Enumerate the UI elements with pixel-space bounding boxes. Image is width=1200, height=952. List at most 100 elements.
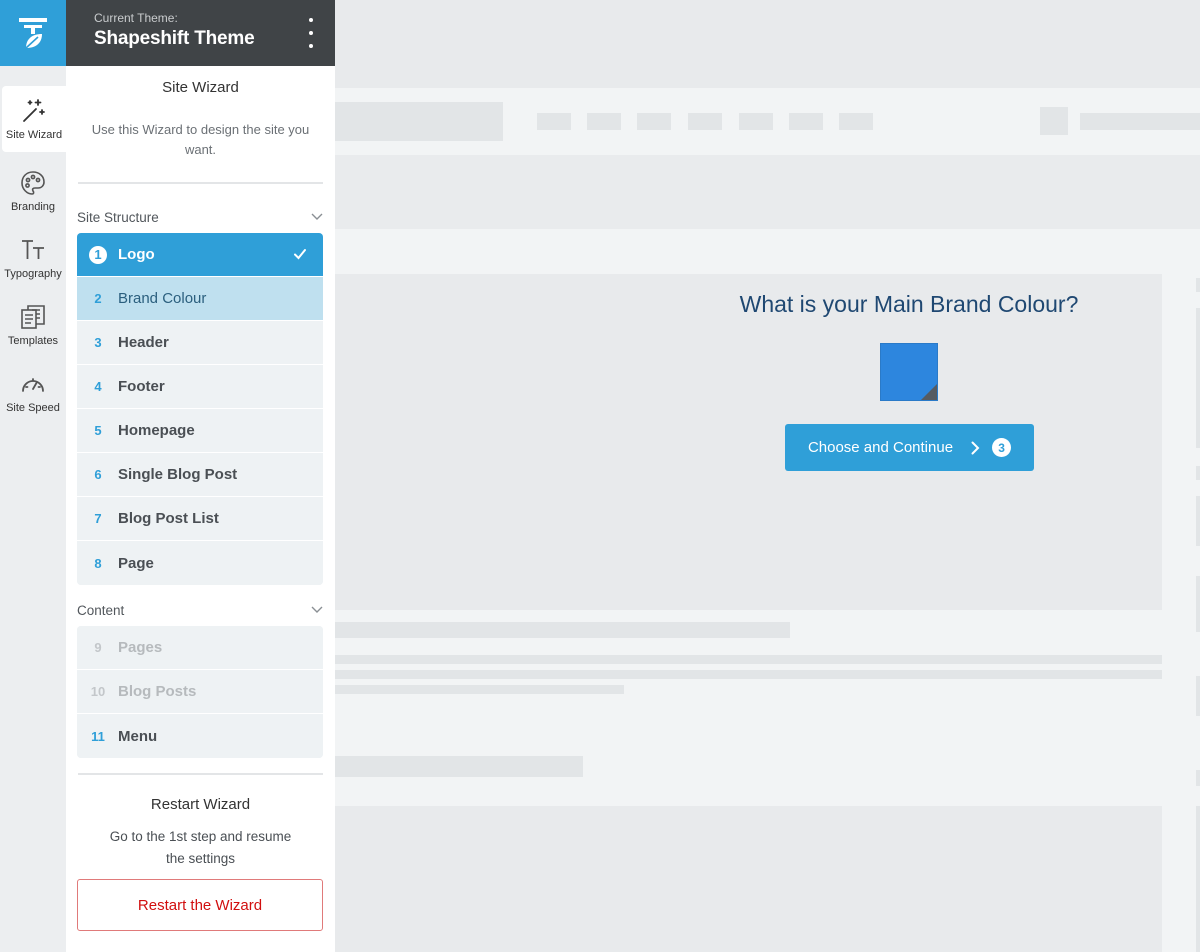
- step-number: 2: [94, 291, 102, 306]
- step-blog-post-list[interactable]: 7 Blog Post List: [77, 497, 323, 541]
- button-label: Choose and Continue: [807, 439, 954, 456]
- step-logo[interactable]: 1 Logo: [77, 233, 323, 277]
- rail-item-site-speed[interactable]: Site Speed: [0, 359, 66, 425]
- step-name: Blog Posts: [118, 683, 197, 700]
- restart-wizard-button[interactable]: Restart the Wizard: [77, 879, 323, 931]
- divider: [78, 182, 323, 184]
- step-blog-posts: 10 Blog Posts: [77, 670, 323, 714]
- skeleton-line: [335, 685, 624, 694]
- skeleton-edge: [1196, 806, 1200, 952]
- chevron-down-icon: [311, 213, 323, 220]
- icon-rail: Site Wizard Branding Typography Template…: [0, 0, 66, 952]
- rail-item-label: Branding: [10, 201, 56, 213]
- step-number: 7: [94, 511, 102, 526]
- rail-item-label: Typography: [4, 268, 62, 280]
- step-number: 4: [94, 379, 102, 394]
- skeleton-nav-item: [537, 113, 571, 130]
- kebab-dot-icon: [309, 18, 313, 22]
- section-toggle-site-structure[interactable]: Site Structure: [77, 207, 323, 227]
- step-number: 11: [91, 728, 105, 744]
- more-options-button[interactable]: [307, 18, 315, 48]
- step-name: Blog Post List: [118, 510, 219, 527]
- section-toggle-content[interactable]: Content: [77, 600, 323, 620]
- preview-hero: [335, 155, 1200, 229]
- skeleton-edge: [1196, 770, 1200, 786]
- logo-icon: [19, 18, 47, 49]
- skeleton-search: [1080, 113, 1200, 130]
- step-name: Homepage: [118, 422, 195, 439]
- step-number: 1: [89, 245, 107, 264]
- panel-title: Site Wizard: [162, 79, 239, 96]
- skeleton-nav-item: [637, 113, 671, 130]
- speedometer-icon: [19, 370, 47, 398]
- typography-icon: [19, 236, 47, 264]
- brand-colour-question: What is your Main Brand Colour?: [739, 291, 1079, 317]
- skeleton-line: [335, 622, 790, 638]
- skeleton-nav-item: [739, 113, 773, 130]
- step-name: Page: [118, 554, 154, 572]
- section-title: Content: [77, 602, 125, 618]
- brand-colour-swatch[interactable]: [880, 343, 938, 401]
- rail-item-site-wizard[interactable]: Site Wizard: [2, 86, 66, 152]
- checkmark-icon: [294, 249, 306, 260]
- choose-and-continue-button[interactable]: Choose and Continue 3: [785, 424, 1034, 471]
- picker-corner-icon: [921, 384, 937, 400]
- step-name: Header: [118, 334, 169, 351]
- skeleton-edge: [1196, 278, 1200, 292]
- chevron-down-icon: [311, 606, 323, 613]
- skeleton-logo: [335, 102, 503, 141]
- step-number: 8: [94, 555, 102, 571]
- step-number: 6: [94, 467, 102, 482]
- current-theme-label: Current Theme:: [94, 11, 178, 25]
- rail-item-branding[interactable]: Branding: [0, 158, 66, 224]
- kebab-dot-icon: [309, 44, 313, 48]
- skeleton-line: [335, 756, 583, 777]
- step-brand-colour[interactable]: 2 Brand Colour: [77, 277, 323, 321]
- preview-nav: [335, 88, 1200, 155]
- step-homepage[interactable]: 5 Homepage: [77, 409, 323, 453]
- skeleton-icon: [1040, 107, 1068, 135]
- step-name: Brand Colour: [118, 290, 207, 307]
- step-number: 5: [94, 423, 102, 438]
- step-number: 3: [94, 335, 102, 350]
- skeleton-line: [335, 655, 1162, 664]
- step-number: 9: [94, 640, 102, 655]
- skeleton-nav-item: [839, 113, 873, 130]
- step-footer[interactable]: 4 Footer: [77, 365, 323, 409]
- skeleton-edge: [1196, 308, 1200, 448]
- preview-bottom-block: [335, 806, 1162, 952]
- templates-icon: [19, 303, 47, 331]
- skeleton-edge: [1196, 576, 1200, 632]
- section-title: Site Structure: [77, 209, 159, 225]
- rail-item-templates[interactable]: Templates: [0, 292, 66, 358]
- step-name: Single Blog Post: [118, 466, 238, 483]
- preview-topbar: [335, 0, 1200, 88]
- theme-header: Current Theme: Shapeshift Theme: [66, 0, 335, 66]
- step-name: Logo: [118, 246, 155, 263]
- skeleton-line: [335, 670, 1162, 679]
- step-name: Menu: [118, 727, 158, 745]
- step-name: Pages: [118, 639, 163, 656]
- rail-item-typography[interactable]: Typography: [0, 225, 66, 291]
- next-step-badge: 3: [992, 438, 1012, 457]
- skeleton-edge: [1196, 496, 1200, 546]
- step-page[interactable]: 8 Page: [77, 541, 323, 585]
- step-pages: 9 Pages: [77, 626, 323, 670]
- magic-wand-icon: [20, 97, 48, 125]
- divider: [78, 773, 323, 775]
- rail-item-label: Templates: [7, 335, 59, 347]
- skeleton-nav-item: [587, 113, 621, 130]
- palette-icon: [19, 169, 47, 197]
- kebab-dot-icon: [309, 31, 313, 35]
- theme-name: Shapeshift Theme: [94, 28, 255, 49]
- step-number: 10: [90, 684, 106, 699]
- restart-title: Restart Wizard: [150, 796, 251, 813]
- app-logo[interactable]: [0, 0, 66, 66]
- step-single-blog-post[interactable]: 6 Single Blog Post: [77, 453, 323, 497]
- panel-description: Use this Wizard to design the site you w…: [91, 122, 310, 157]
- step-header[interactable]: 3 Header: [77, 321, 323, 365]
- preview-card: [335, 274, 1162, 610]
- step-menu[interactable]: 11 Menu: [77, 714, 323, 758]
- skeleton-nav-item: [789, 113, 823, 130]
- skeleton-edge: [1196, 676, 1200, 716]
